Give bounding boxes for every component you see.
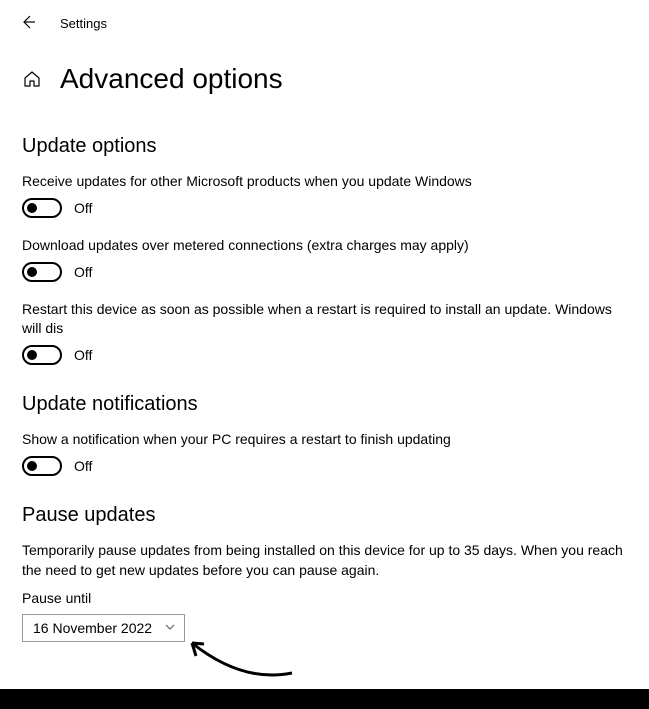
content: Update options Receive updates for other… bbox=[0, 101, 649, 642]
back-icon[interactable] bbox=[20, 14, 36, 33]
section-update-options: Update options bbox=[22, 135, 627, 158]
toggle-state-metered: Off bbox=[74, 264, 92, 280]
toggle-restart-asap[interactable] bbox=[22, 345, 62, 365]
opt-label-metered: Download updates over metered connection… bbox=[22, 236, 627, 254]
pause-until-dropdown[interactable]: 16 November 2022 bbox=[22, 614, 185, 642]
toggle-row-restart-asap: Off bbox=[22, 345, 627, 365]
bottom-bar bbox=[0, 689, 649, 709]
toggle-metered[interactable] bbox=[22, 262, 62, 282]
home-icon[interactable] bbox=[22, 69, 42, 89]
toggle-state-restart-notify: Off bbox=[74, 458, 92, 474]
heading-row: Advanced options bbox=[0, 43, 649, 101]
opt-label-other-products: Receive updates for other Microsoft prod… bbox=[22, 172, 627, 190]
opt-label-restart-notify: Show a notification when your PC require… bbox=[22, 430, 627, 448]
top-bar: Settings bbox=[0, 0, 649, 43]
opt-label-restart-asap: Restart this device as soon as possible … bbox=[22, 300, 627, 336]
toggle-restart-notify[interactable] bbox=[22, 456, 62, 476]
toggle-state-other-products: Off bbox=[74, 200, 92, 216]
toggle-other-products[interactable] bbox=[22, 198, 62, 218]
pause-until-label: Pause until bbox=[22, 590, 627, 606]
page-title: Advanced options bbox=[60, 63, 283, 95]
settings-crumb: Settings bbox=[60, 16, 107, 31]
toggle-row-metered: Off bbox=[22, 262, 627, 282]
toggle-row-other-products: Off bbox=[22, 198, 627, 218]
pause-description: Temporarily pause updates from being ins… bbox=[22, 541, 627, 580]
pause-until-value: 16 November 2022 bbox=[33, 620, 152, 636]
toggle-state-restart-asap: Off bbox=[74, 347, 92, 363]
toggle-row-restart-notify: Off bbox=[22, 456, 627, 476]
section-update-notifications: Update notifications bbox=[22, 393, 627, 416]
chevron-down-icon bbox=[164, 621, 176, 636]
section-pause-updates: Pause updates bbox=[22, 504, 627, 527]
